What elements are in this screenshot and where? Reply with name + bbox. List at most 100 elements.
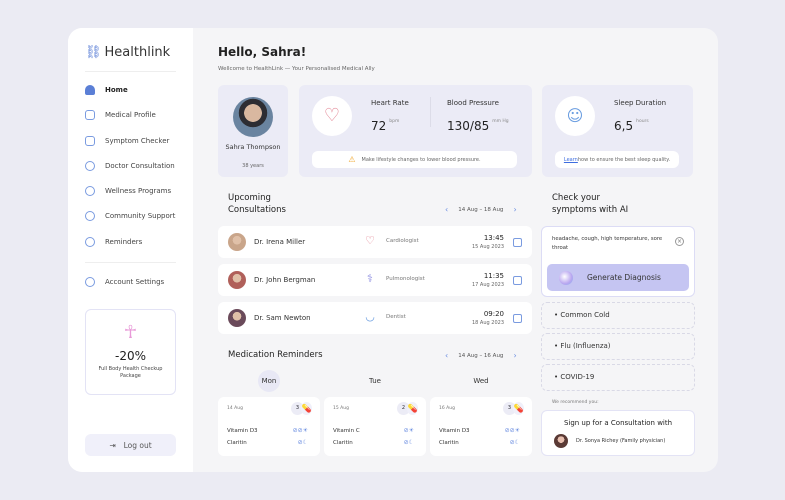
note-text: Make lifestyle changes to lower blood pr… — [361, 156, 481, 163]
result-label: Flu (Influenza) — [560, 342, 611, 350]
title-line: Check your — [552, 193, 600, 203]
medication-name: Vitamin D3 — [227, 428, 258, 434]
blood-pressure-value: 130/85 mm Hg — [447, 119, 509, 133]
diagnosis-result[interactable]: • Flu (Influenza) — [541, 333, 695, 360]
sidebar-item-symptom-checker[interactable]: Symptom Checker — [85, 136, 169, 146]
generate-diagnosis-button[interactable]: Generate Diagnosis — [547, 264, 689, 291]
sidebar-item-medical-profile[interactable]: Medical Profile — [85, 110, 156, 120]
unit: mm Hg — [492, 119, 509, 124]
home-icon — [85, 85, 95, 95]
date: 15 Aug — [333, 406, 349, 411]
sidebar-item-doctor-consultation[interactable]: Doctor Consultation — [85, 161, 175, 171]
chevron-left-icon[interactable]: ‹ — [445, 351, 448, 360]
vitals-card: ♡ Heart Rate 72 bpm Blood Pressure 130/85… — [299, 85, 532, 177]
consultations-title: Upcoming Consultations — [228, 192, 286, 216]
consultation-row[interactable]: Dr. Irena Miller ♡ Cardiologist 13:45 15 … — [218, 226, 532, 258]
link-icon: ⛓ — [85, 45, 102, 60]
unit: bpm — [389, 119, 400, 124]
heart-icon: ♡ — [312, 96, 352, 136]
wellness-icon — [85, 186, 95, 196]
day-tab-tue[interactable]: Tue — [364, 370, 386, 392]
time: 09:20 — [483, 310, 504, 318]
chevron-right-icon[interactable]: › — [513, 205, 516, 214]
consultation-row[interactable]: Dr. Sam Newton ◡ Dentist 09:20 18 Aug 202… — [218, 302, 532, 334]
medication-day-card[interactable]: 14 Aug 3 💊 Vitamin D3 ⊘⊘☀ Claritin ⊘☾ — [218, 397, 320, 456]
clear-icon[interactable]: × — [675, 237, 684, 246]
gear-icon — [85, 277, 95, 287]
value: 72 — [371, 119, 387, 133]
day-tab-mon[interactable]: Mon — [258, 370, 280, 392]
doctor-name: Dr. Sonya Richey (Family physician) — [576, 438, 666, 444]
time: 13:45 — [483, 234, 504, 242]
sidebar-item-reminders[interactable]: Reminders — [85, 237, 142, 247]
calendar-icon[interactable] — [513, 276, 522, 285]
medication-day-card[interactable]: 15 Aug 2 💊 Vitamin C ⊘☀ Claritin ⊘☾ — [324, 397, 426, 456]
consultations-date-nav: ‹ 14 Aug – 18 Aug › — [445, 205, 517, 214]
date-range: 14 Aug – 18 Aug — [458, 206, 504, 213]
promo-card[interactable]: ☥ -20% Full Body Health Checkup Package — [85, 309, 176, 395]
dose-icons: ⊘☾ — [509, 439, 520, 446]
sidebar-item-wellness-programs[interactable]: Wellness Programs — [85, 186, 171, 196]
title-line: Upcoming — [228, 193, 271, 203]
medication-day-card[interactable]: 16 Aug 3 💊 Vitamin D3 ⊘⊘☀ Claritin ⊘☾ — [430, 397, 532, 456]
chevron-right-icon[interactable]: › — [513, 351, 516, 360]
recommend-label: We recommend you: — [552, 400, 599, 405]
diagnosis-result[interactable]: • Common Cold — [541, 302, 695, 329]
logout-button[interactable]: ⇥ Log out — [85, 434, 176, 456]
sidebar-item-community-support[interactable]: Community Support — [85, 211, 175, 221]
title-line: symptoms with AI — [552, 205, 629, 215]
medication-name: Vitamin C — [333, 428, 360, 434]
calendar-icon[interactable] — [513, 314, 522, 323]
specialty: Pulmonologist — [386, 276, 425, 282]
specialty-icon: ⚕ — [367, 272, 373, 285]
sidebar-item-account-settings[interactable]: Account Settings — [85, 277, 164, 287]
dose-icons: ⊘☀ — [403, 427, 414, 434]
clipboard-icon — [85, 110, 95, 120]
appointment-time: 09:20 18 Aug 2023 — [472, 310, 504, 326]
medication-name: Claritin — [227, 440, 247, 446]
dose-icons: ⊘☾ — [403, 439, 414, 446]
signup-card[interactable]: Sign up for a Consultation with Dr. Sony… — [541, 410, 695, 456]
doctor-name: Dr. John Bergman — [254, 276, 316, 284]
promo-discount: -20% — [114, 349, 146, 363]
button-label: Generate Diagnosis — [587, 273, 661, 282]
alarm-icon — [85, 237, 95, 247]
profile-name: Sahra Thompson — [225, 143, 281, 151]
specialty: Dentist — [386, 314, 406, 320]
date: 18 Aug 2023 — [471, 320, 504, 326]
consultation-row[interactable]: Dr. John Bergman ⚕ Pulmonologist 11:35 17… — [218, 264, 532, 296]
divider — [85, 71, 176, 72]
pill-icon: 💊 — [407, 402, 418, 415]
title-line: Consultations — [228, 205, 286, 215]
blood-pressure-label: Blood Pressure — [447, 99, 499, 107]
calendar-icon[interactable] — [513, 238, 522, 247]
sleep-card: ☺ Sleep Duration 6,5 hours Learn how to e… — [542, 85, 693, 177]
body-icon: ☥ — [123, 322, 138, 343]
sleep-value: 6,5 hours — [614, 119, 649, 133]
appointment-time: 13:45 15 Aug 2023 — [472, 234, 504, 250]
symptom-input[interactable]: headache, cough, high temperature, sore … — [552, 235, 672, 253]
learn-link[interactable]: Learn — [564, 157, 578, 163]
dose-icons: ⊘⊘☀ — [504, 427, 520, 434]
day-tab-wed[interactable]: Wed — [470, 370, 492, 392]
ai-orb-icon — [559, 270, 573, 285]
page-title: Hello, Sahra! — [218, 45, 307, 59]
time: 11:35 — [483, 272, 504, 280]
warning-icon: ⚠ — [348, 155, 356, 164]
date: 14 Aug — [227, 406, 243, 411]
chevron-left-icon[interactable]: ‹ — [445, 205, 448, 214]
logo[interactable]: ⛓ Healthlink — [85, 45, 170, 60]
profile-card[interactable]: Sahra Thompson 38 years — [218, 85, 288, 177]
app-window: ⛓ Healthlink Home Medical Profile Symptom… — [68, 28, 718, 472]
doctor-avatar — [228, 309, 246, 327]
avatar — [233, 97, 273, 137]
diagnosis-result[interactable]: • COVID-19 — [541, 364, 695, 391]
sleep-label: Sleep Duration — [614, 99, 667, 107]
profile-age: 38 years — [242, 163, 264, 169]
medication-date-nav: ‹ 14 Aug – 16 Aug › — [445, 351, 517, 360]
sidebar-item-home[interactable]: Home — [85, 85, 128, 95]
heart-rate-label: Heart Rate — [371, 99, 409, 107]
doctor-avatar — [554, 434, 568, 448]
date: 16 Aug — [439, 406, 455, 411]
promo-text: Full Body Health Checkup Package — [98, 366, 163, 379]
